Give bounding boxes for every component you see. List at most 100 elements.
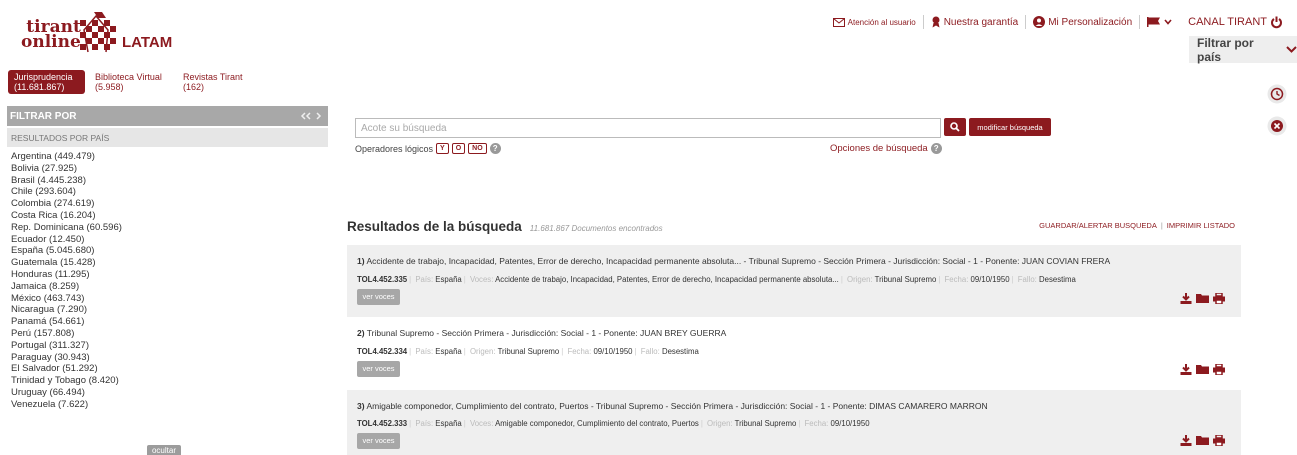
meta-key: Voces: xyxy=(469,275,494,284)
tab-revistas-tirant[interactable]: Revistas Tirant (162) xyxy=(177,70,249,94)
double-chevron-left-icon[interactable] xyxy=(300,112,311,120)
print-icon[interactable] xyxy=(1213,293,1225,304)
country-item[interactable]: Panamá (54.661) xyxy=(11,316,122,328)
save-alert-link[interactable]: GUARDAR/ALERTAR BUSQUEDA xyxy=(1039,221,1157,230)
result-actions xyxy=(1180,293,1225,304)
guarantee-label: Nuestra garantía xyxy=(943,16,1019,28)
operator-y[interactable]: Y xyxy=(436,143,449,154)
country-item[interactable]: México (463.743) xyxy=(11,293,122,305)
result-title[interactable]: 2) Tribunal Supremo - Sección Primera - … xyxy=(357,328,726,338)
envelope-icon xyxy=(832,17,845,27)
country-item[interactable]: Chile (293.604) xyxy=(11,186,122,198)
logo-line2: online xyxy=(21,32,81,52)
meta-key: Fecha: xyxy=(944,275,969,284)
view-voices-button[interactable]: ver voces xyxy=(357,433,400,449)
divider xyxy=(922,15,924,29)
search-icon xyxy=(950,122,960,132)
results-header: Resultados de la búsqueda 11.681.867 Doc… xyxy=(347,219,663,234)
logo[interactable]: tirant online LATAM xyxy=(18,8,178,58)
language-selector[interactable] xyxy=(1147,17,1172,27)
folder-icon[interactable] xyxy=(1196,293,1209,303)
meta-key: Origen: xyxy=(469,347,496,356)
tab-label: Revistas Tirant xyxy=(183,72,243,82)
chevron-down-icon xyxy=(1164,19,1172,25)
folder-icon[interactable] xyxy=(1196,364,1209,374)
country-item[interactable]: Venezuela (7.622) xyxy=(11,399,122,411)
chevron-right-icon[interactable] xyxy=(316,112,322,120)
country-item[interactable]: Honduras (11.295) xyxy=(11,269,122,281)
result-title[interactable]: 1) Accidente de trabajo, Incapacidad, Pa… xyxy=(357,256,1110,266)
print-list-link[interactable]: IMPRIMIR LISTADO xyxy=(1167,221,1235,230)
country-item[interactable]: Argentina (449.479) xyxy=(11,151,122,163)
search-input[interactable] xyxy=(355,118,941,138)
meta-key: País: xyxy=(415,275,434,284)
close-circle-icon[interactable] xyxy=(1267,116,1287,136)
hide-button[interactable]: ocultar xyxy=(147,445,181,455)
country-item[interactable]: Colombia (274.619) xyxy=(11,198,122,210)
canal-tirant-link[interactable]: CANAL TIRANT xyxy=(1188,16,1283,29)
filter-by-country-button[interactable]: Filtrar por país xyxy=(1189,36,1297,64)
ribbon-icon xyxy=(932,16,940,28)
meta-value: Accidente de trabajo, Incapacidad, Paten… xyxy=(495,275,839,284)
country-item[interactable]: Rep. Dominicana (60.596) xyxy=(11,222,122,234)
country-item[interactable]: España (5.045.680) xyxy=(11,245,122,257)
meta-key: Fecha: xyxy=(804,419,829,428)
results-actions: GUARDAR/ALERTAR BUSQUEDA | IMPRIMIR LIST… xyxy=(1039,221,1235,230)
meta-key: Origen: xyxy=(847,275,873,284)
guarantee-link[interactable]: Nuestra garantía xyxy=(931,16,1019,28)
result-row: 2) Tribunal Supremo - Sección Primera - … xyxy=(347,317,1241,390)
view-voices-button[interactable]: ver voces xyxy=(357,289,400,305)
help-icon[interactable]: ? xyxy=(930,143,942,154)
country-item[interactable]: Uruguay (66.494) xyxy=(11,387,122,399)
country-item[interactable]: Trinidad y Tobago (8.420) xyxy=(11,375,122,387)
divider xyxy=(1139,15,1141,29)
personalization-link[interactable]: Mi Personalización xyxy=(1033,16,1132,28)
country-list: Argentina (449.479) Bolivia (27.925) Bra… xyxy=(11,151,122,411)
result-number: 3) xyxy=(357,401,365,411)
country-item[interactable]: Costa Rica (16.204) xyxy=(11,210,122,222)
operator-no[interactable]: NO xyxy=(468,143,487,154)
download-icon[interactable] xyxy=(1180,293,1192,304)
country-item[interactable]: Jamaica (8.259) xyxy=(11,281,122,293)
result-id: TOL4.452.334 xyxy=(357,347,408,356)
country-item[interactable]: Ecuador (12.450) xyxy=(11,234,122,246)
country-item[interactable]: Portugal (311.327) xyxy=(11,340,122,352)
result-title[interactable]: 3) Amigable componedor, Cumplimiento del… xyxy=(357,401,988,411)
search-button[interactable] xyxy=(944,118,966,136)
view-voices-button[interactable]: ver voces xyxy=(357,361,400,377)
folder-icon[interactable] xyxy=(1196,435,1209,445)
result-title-text: Accidente de trabajo, Incapacidad, Paten… xyxy=(366,256,1111,266)
tab-biblioteca-virtual[interactable]: Biblioteca Virtual (5.958) xyxy=(89,70,168,94)
attention-link[interactable]: Atención al usuario xyxy=(832,17,916,27)
country-item[interactable]: Guatemala (15.428) xyxy=(11,257,122,269)
meta-value: 09/10/1950 xyxy=(970,275,1010,284)
tab-jurisprudencia[interactable]: Jurisprudencia (11.681.867) xyxy=(8,70,85,94)
print-icon[interactable] xyxy=(1213,364,1225,375)
result-row: 3) Amigable componedor, Cumplimiento del… xyxy=(347,390,1241,455)
modify-search-button[interactable]: modificar búsqueda xyxy=(969,118,1051,136)
download-icon[interactable] xyxy=(1180,364,1192,375)
tab-count: (5.958) xyxy=(95,82,124,92)
help-icon[interactable]: ? xyxy=(489,143,501,154)
country-item[interactable]: Brasil (4.445.238) xyxy=(11,175,122,187)
country-item[interactable]: El Salvador (51.292) xyxy=(11,363,122,375)
country-item[interactable]: Perú (157.808) xyxy=(11,328,122,340)
power-icon xyxy=(1271,16,1282,28)
country-item[interactable]: Nicaragua (7.290) xyxy=(11,304,122,316)
meta-value: Tribunal Supremo xyxy=(497,347,560,356)
operator-o[interactable]: O xyxy=(451,143,466,154)
logo-wordmark: tirant online xyxy=(21,19,81,52)
print-icon[interactable] xyxy=(1213,435,1225,446)
results-count: 11.681.867 Documentos encontrados xyxy=(529,224,663,233)
country-item[interactable]: Bolivia (27.925) xyxy=(11,163,122,175)
history-icon[interactable] xyxy=(1267,84,1287,104)
tab-count: (162) xyxy=(183,82,205,92)
sidebar-collapse[interactable] xyxy=(300,112,322,120)
meta-key: País: xyxy=(415,347,434,356)
search-options-link[interactable]: Opciones de búsqueda ? xyxy=(830,143,942,154)
country-item[interactable]: Paraguay (30.943) xyxy=(11,352,122,364)
personalization-label: Mi Personalización xyxy=(1048,16,1133,28)
result-number: 1) xyxy=(357,256,365,266)
meta-key: Voces: xyxy=(469,419,494,428)
download-icon[interactable] xyxy=(1180,435,1192,446)
